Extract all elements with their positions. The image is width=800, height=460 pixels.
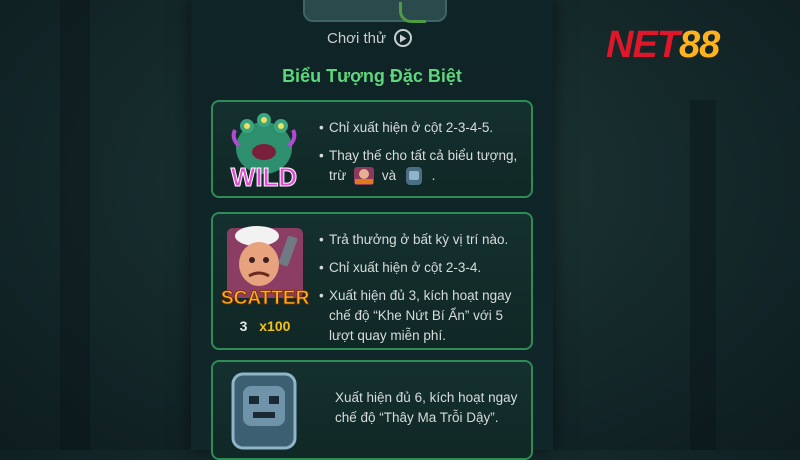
bonus-text: Xuất hiện đủ 6, kích hoạt ngay chế độ “T…	[335, 390, 518, 425]
info-panel: Chơi thử Biểu Tượng Đặc Biệt WILD Chỉ x	[191, 0, 553, 460]
tombstone-skull-icon	[231, 372, 297, 450]
section-title: Biểu Tượng Đặc Biệt	[282, 66, 462, 86]
wild-bullet-1: Chỉ xuất hiện ở cột 2-3-4-5.	[319, 118, 527, 138]
scatter-payout: 3 x100	[221, 318, 309, 334]
logo-text-88: 88	[679, 24, 720, 66]
play-circle-icon	[394, 29, 413, 47]
scatter-symbol: SCATTER 3 x100	[221, 222, 310, 342]
scatter-count: 3	[239, 318, 248, 334]
demo-play-button[interactable]: Chơi thử	[327, 26, 413, 50]
tombstone-mini-icon	[403, 166, 425, 186]
scatter-mini-icon	[353, 166, 375, 186]
wild-card: WILD Chỉ xuất hiện ở cột 2-3-4-5. Thay t…	[211, 100, 533, 198]
tombstone-symbol	[229, 370, 299, 450]
vine-decoration	[399, 2, 426, 23]
wild-except-prefix: trừ	[329, 168, 347, 183]
background-tree-left	[60, 0, 90, 450]
wild-symbol-text: WILD	[230, 162, 298, 193]
scatter-bullet-2: Chỉ xuất hiện ở cột 2-3-4.	[319, 258, 531, 278]
net88-logo: NET88	[606, 24, 720, 67]
wild-bullet-2: Thay thế cho tất cả biểu tượng, trừ và	[319, 146, 527, 186]
scatter-bullet-1: Trả thưởng ở bất kỳ vị trí nào.	[319, 230, 531, 250]
bonus-card: Xuất hiện đủ 6, kích hoạt ngay chế độ “T…	[211, 360, 533, 460]
wild-symbol: WILD	[223, 108, 305, 194]
scatter-symbol-text: SCATTER	[221, 288, 310, 310]
wild-except-join: và	[381, 168, 397, 183]
wild-except-suffix: .	[431, 168, 436, 183]
logo-text-net: NET	[606, 24, 680, 66]
demo-play-label: Chơi thử	[327, 29, 387, 47]
wild-bullet-2-text: Thay thế cho tất cả biểu tượng,	[329, 148, 518, 163]
background-tree-right	[690, 100, 716, 450]
scatter-multiplier: x100	[259, 318, 291, 334]
scatter-card: SCATTER 3 x100 Trả thưởng ở bất kỳ vị tr…	[211, 212, 533, 350]
scatter-bullet-3: Xuất hiện đủ 3, kích hoạt ngay chế độ “K…	[319, 286, 531, 346]
